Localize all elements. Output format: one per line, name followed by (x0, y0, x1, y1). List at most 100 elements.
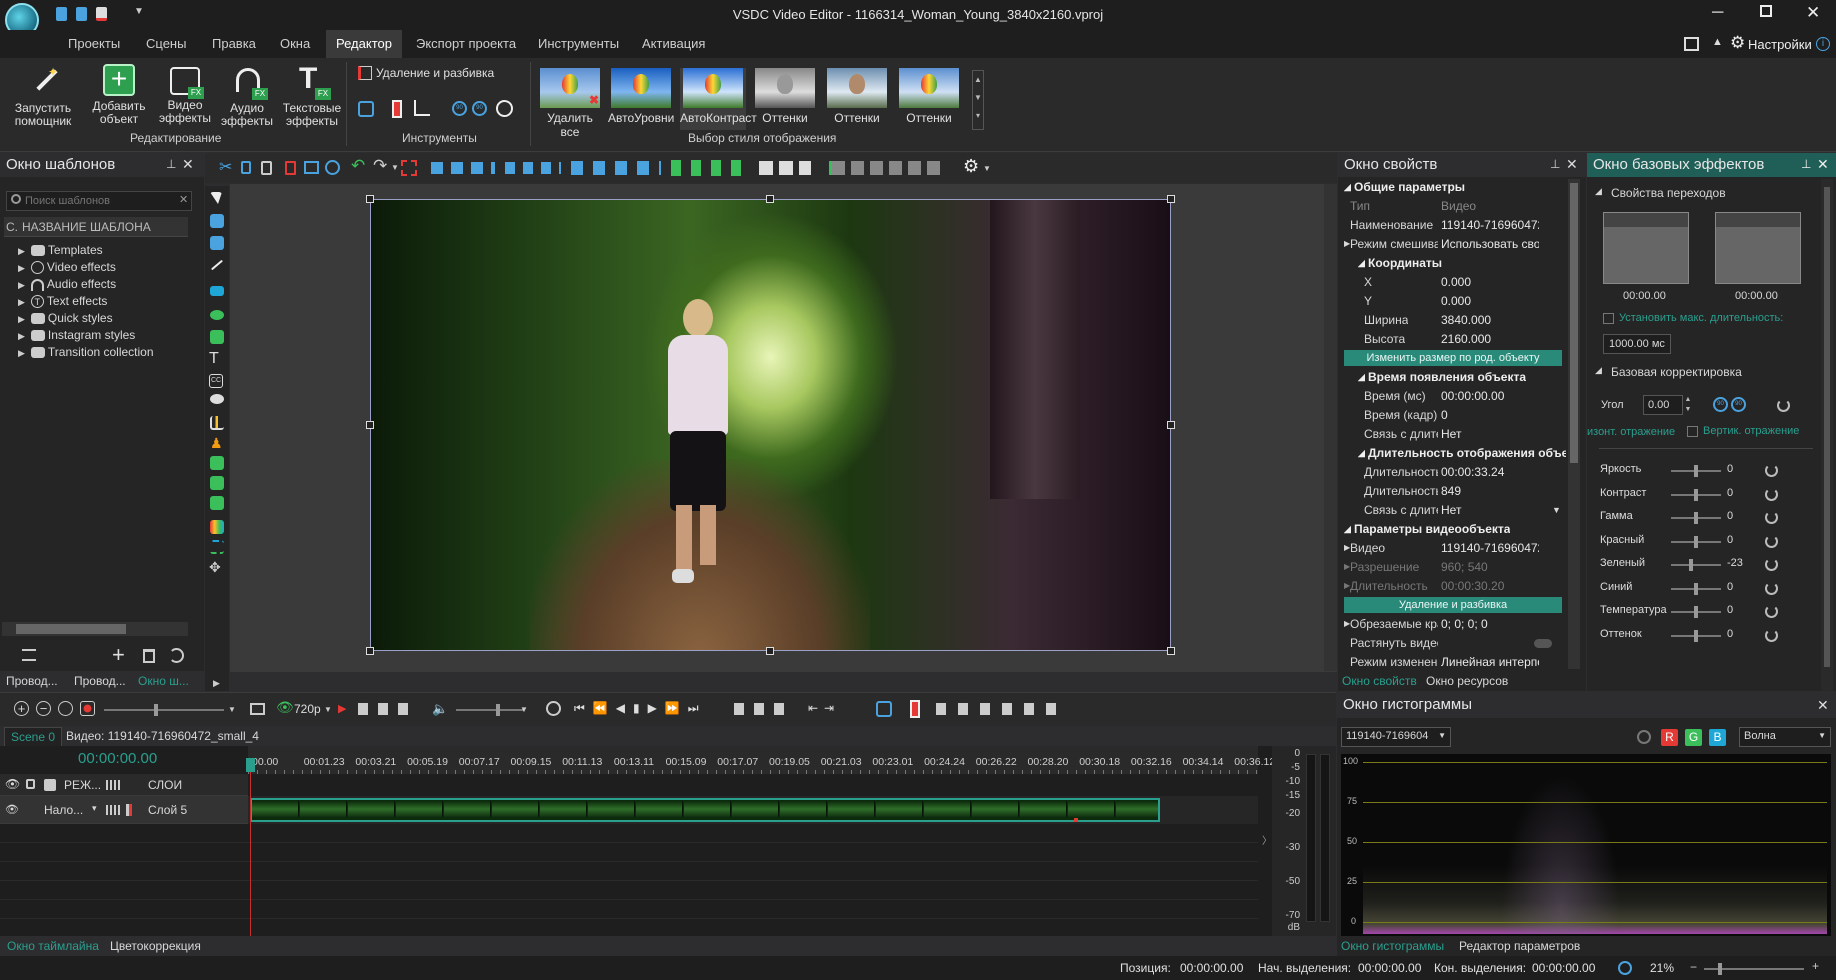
reset-icon[interactable] (1765, 628, 1778, 642)
slider-thumb[interactable] (1694, 629, 1698, 642)
panel-close-icon[interactable]: ✕ (1566, 156, 1578, 173)
resize-handle-br[interactable] (1167, 647, 1175, 655)
cut-tool-icon[interactable] (358, 101, 374, 117)
rotate-left-icon[interactable]: 90 (452, 101, 467, 116)
slider-thumb[interactable] (1694, 535, 1698, 548)
pin-icon[interactable]: ⊥ (166, 157, 176, 171)
template-search-input[interactable] (25, 193, 175, 209)
grid-modes-icon[interactable] (829, 161, 941, 175)
add-template-icon[interactable]: + (112, 642, 125, 668)
style-auto-levels[interactable]: АвтоУровни (608, 68, 674, 130)
slider-thumb[interactable] (1688, 559, 1693, 571)
animation-icon[interactable]: ♟ (210, 436, 224, 450)
free-shape-icon[interactable] (210, 330, 224, 344)
blend-icon[interactable] (44, 779, 56, 791)
playhead-handle[interactable] (246, 758, 255, 772)
layer-row[interactable]: 👁 Нало... ▾ Слой 5 (0, 796, 248, 824)
scissors-icon[interactable]: ✂ (219, 157, 232, 177)
styles-scroll[interactable]: ▲ ▼ ▾ (972, 70, 984, 130)
slider-track[interactable] (1671, 488, 1721, 501)
preview-settings-dropdown-icon[interactable]: ▼ (983, 164, 991, 173)
layer-mode-dropdown-icon[interactable]: ▾ (92, 803, 97, 814)
razor-timeline-icon[interactable] (910, 700, 920, 718)
audio-effects-button[interactable]: FX Аудио эффекты (214, 64, 280, 128)
transitions-caret[interactable]: ◢ (1595, 186, 1602, 197)
menu-editor[interactable]: Редактор (326, 30, 402, 58)
text-effects-button[interactable]: T FX Текстовые эффекты (272, 64, 352, 128)
pin-icon[interactable]: ⊥ (1801, 157, 1811, 171)
delete-split-button[interactable]: Удаление и разбивка (376, 66, 494, 80)
delete-template-icon[interactable] (143, 649, 155, 663)
playhead[interactable] (250, 758, 251, 936)
rotate-right-icon[interactable]: 90 (472, 101, 487, 116)
rotate-cw-icon[interactable]: 90 (1731, 397, 1746, 412)
snap-icons[interactable] (936, 703, 1056, 715)
style-tint-2[interactable]: Оттенки (824, 68, 890, 130)
reset-icon[interactable] (1765, 464, 1778, 477)
align-group-1-icon[interactable] (431, 162, 495, 174)
line-tool-icon[interactable] (210, 259, 224, 271)
tree-item-text-effects[interactable]: ▶ T Text effects (18, 294, 198, 311)
image-icon[interactable] (210, 456, 224, 470)
menu-scenes[interactable]: Сцены (146, 30, 186, 58)
clock-icon[interactable] (546, 701, 561, 716)
toolbar-more-icon[interactable]: ▶ (213, 678, 220, 689)
style-tint-1[interactable]: Оттенки (752, 68, 818, 130)
timeline-zoom-slider[interactable] (104, 704, 224, 716)
info-icon[interactable]: i (1816, 37, 1830, 51)
tab-explorer-1[interactable]: Провод... (6, 674, 58, 688)
zoom-in-icon[interactable]: + (1812, 959, 1819, 973)
razor-icon[interactable] (392, 100, 402, 118)
resize-handle-tl[interactable] (366, 195, 374, 203)
eye-icon[interactable]: 👁 (5, 777, 20, 791)
callout-icon[interactable] (210, 394, 224, 404)
preview-settings-icon[interactable]: ⚙ (963, 156, 979, 177)
text-box-tool-icon[interactable] (210, 236, 224, 250)
slider-track[interactable] (1671, 535, 1721, 548)
add-layer-icon[interactable]: + (14, 701, 29, 716)
crop-icon[interactable] (414, 100, 430, 116)
ellipse-tool-icon[interactable] (210, 310, 224, 320)
reset-icon[interactable] (1765, 487, 1778, 501)
spectrum-icon[interactable] (210, 520, 224, 534)
tree-item-instagram-styles[interactable]: ▶ Instagram styles (18, 328, 198, 345)
pin-icon[interactable]: ⊥ (1550, 157, 1560, 171)
distribute-group-icon[interactable] (571, 161, 661, 175)
lock-icon[interactable] (26, 779, 35, 789)
resize-to-parent-button[interactable]: Изменить размер по род. объекту (1344, 350, 1562, 366)
resize-handle-tc[interactable] (766, 195, 774, 203)
shape-circle-icon[interactable] (325, 160, 340, 175)
delete-icon[interactable] (285, 161, 296, 175)
timeline-ruler[interactable]: 00.00 00:01.23 00:03.21 00:05.19 00:07.17 00:… (248, 746, 1275, 774)
subtitles-icon[interactable]: CC (209, 374, 223, 388)
histogram-source-select[interactable]: 119140-7169604 ▼ (1341, 727, 1451, 747)
slider-track[interactable] (1671, 582, 1721, 595)
style-tint-3[interactable]: Оттенки (896, 68, 962, 130)
menu-export[interactable]: Экспорт проекта (416, 30, 516, 58)
split-controls[interactable] (734, 703, 790, 715)
slider-track[interactable] (1671, 606, 1721, 618)
templates-list-view-icon[interactable] (22, 649, 36, 661)
resize-handle-bc[interactable] (766, 647, 774, 655)
slider-thumb[interactable] (1694, 465, 1698, 477)
reset-icon[interactable] (1765, 534, 1778, 548)
max-duration-checkbox[interactable] (1603, 313, 1614, 324)
record-preview-icon[interactable]: ▶ (338, 702, 346, 715)
tab-resources[interactable]: Окно ресурсов (1426, 674, 1508, 688)
select-area-icon[interactable] (401, 160, 417, 176)
menu-tools[interactable]: Инструменты (538, 30, 619, 58)
collapse-ribbon-icon[interactable]: ▲ (1712, 36, 1723, 48)
add-object-button[interactable]: + Добавить объект (86, 64, 152, 126)
vflip-checkbox[interactable] (1687, 426, 1698, 437)
refresh-templates-icon[interactable] (169, 648, 184, 663)
slider-track[interactable] (1671, 559, 1721, 571)
tab-properties[interactable]: Окно свойств (1342, 674, 1417, 688)
reset-icon[interactable] (1765, 581, 1778, 595)
slider-track[interactable] (1671, 465, 1721, 477)
zoom-out-icon[interactable]: − (1690, 960, 1697, 974)
rectangle-tool-icon[interactable] (210, 214, 224, 228)
group-icon[interactable] (759, 161, 811, 175)
text-tool-icon[interactable]: T (209, 351, 223, 367)
layer-mode[interactable]: Нало... (44, 803, 83, 817)
preview-mode-icon[interactable] (250, 703, 265, 715)
